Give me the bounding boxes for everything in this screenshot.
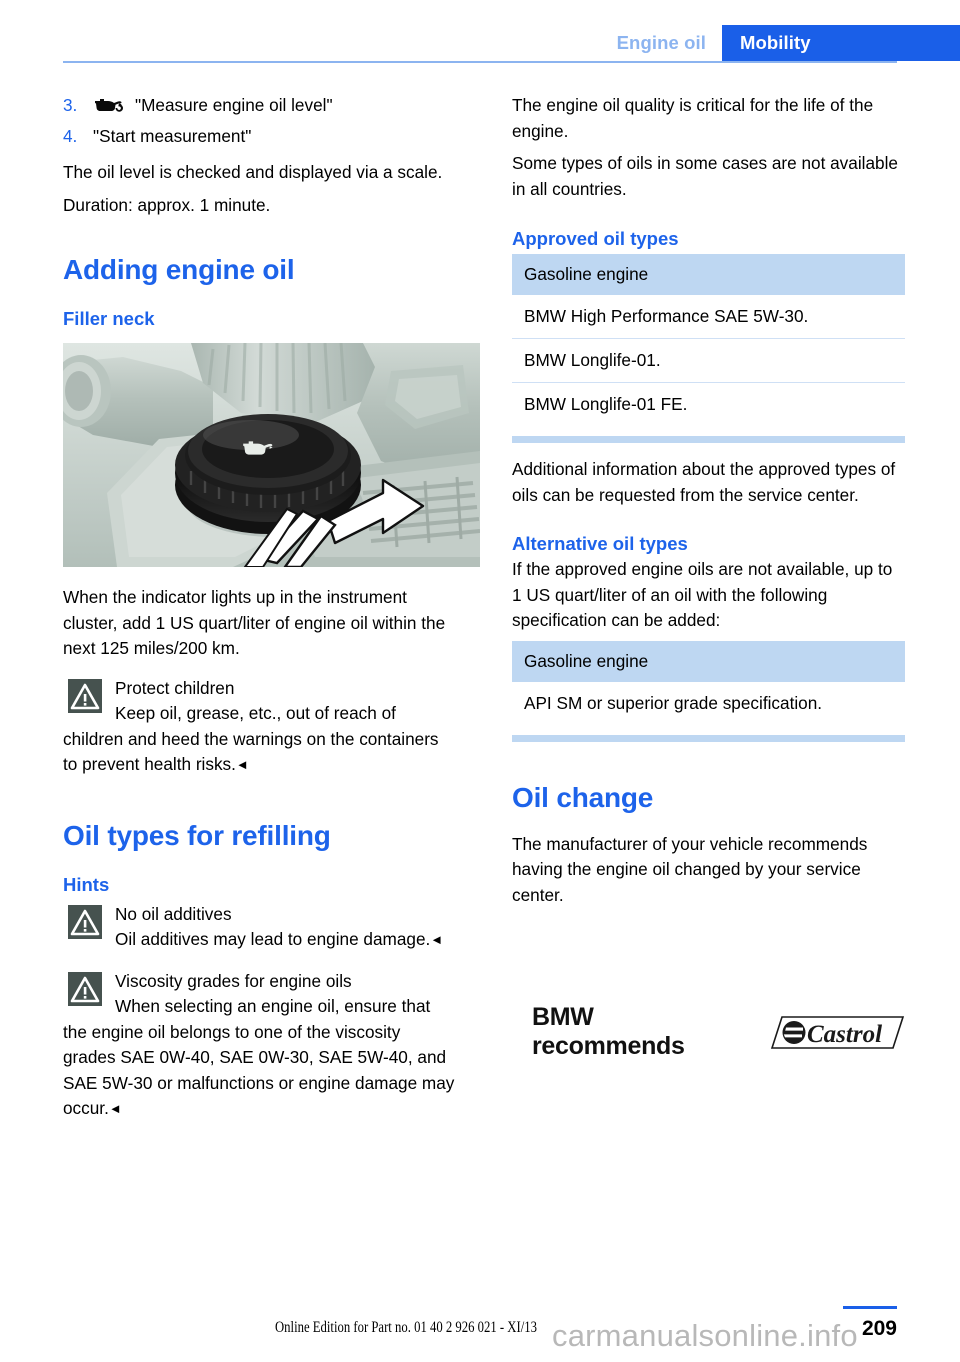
end-mark: ◄: [235, 757, 249, 772]
oil-quality-paragraph: The engine oil quality is critical for t…: [512, 95, 874, 141]
castrol-wordmark-text: Castrol: [807, 1021, 882, 1048]
subheading-hints: Hints: [63, 873, 110, 895]
subheading-filler-neck: Filler neck: [63, 308, 155, 329]
table-cell: BMW High Performance SAE 5W-30.: [512, 295, 905, 339]
availability-paragraph: Some types of oils in some cases are not…: [512, 153, 898, 199]
alternative-intro-paragraph: If the approved engine oils are not avai…: [512, 559, 893, 630]
table-header-row: Gasoline engine: [512, 254, 905, 295]
figure-filler-neck: [63, 343, 480, 567]
heading-oil-change: Oil change: [512, 781, 654, 813]
table-row: BMW Longlife-01 FE.: [512, 382, 905, 426]
header-tabs: Engine oil Mobility: [594, 25, 960, 61]
castrol-logo: Castrol: [770, 1014, 905, 1051]
heading-adding-engine-oil: Adding engine oil: [63, 254, 295, 285]
page-header: Engine oil Mobility: [0, 0, 960, 64]
step-number: 4.: [63, 125, 78, 146]
right-column: The engine oil quality is critical for t…: [512, 93, 905, 1061]
table-cell: API SM or superior grade specification.: [512, 681, 905, 725]
table-footer-bar: [512, 436, 905, 443]
additional-info-paragraph: Additional information about the approve…: [512, 459, 896, 505]
hint-viscosity-grades: Viscosity grades for engine oils When se…: [63, 969, 456, 1122]
warning-triangle-icon: [68, 971, 102, 1006]
step-item: 3. "Measure engine oil level": [63, 93, 456, 119]
approved-oil-types-table: Gasoline engine BMW High Performance SAE…: [512, 254, 905, 426]
header-section-label: Mobility: [722, 25, 960, 61]
hint-title: Viscosity grades for engine oils: [115, 970, 352, 991]
step-number: 3.: [63, 95, 78, 115]
duration-paragraph: Duration: approx. 1 minute.: [63, 194, 271, 215]
table-footer-bar: [512, 734, 905, 742]
table-cell: BMW Longlife-01.: [512, 338, 905, 383]
end-mark: ◄: [430, 932, 444, 947]
page-number: 209: [861, 1317, 897, 1340]
warning-body: Keep oil, grease, etc., out of reach of …: [63, 703, 439, 774]
step-label: "Measure engine oil level": [135, 95, 333, 115]
edition-notice: Online Edition for Part no. 01 40 2 926 …: [275, 1319, 537, 1336]
left-column: 3. "Measure engine oil level" 4. "Start …: [63, 93, 480, 1128]
hint-title: No oil additives: [115, 903, 232, 924]
warning-title: Protect children: [115, 677, 235, 698]
table-row: BMW Longlife-01.: [512, 338, 905, 383]
table-row: API SM or superior grade specification.: [512, 681, 905, 725]
table-header-row: Gasoline engine: [512, 640, 905, 682]
table-header-cell: Gasoline engine: [512, 254, 905, 295]
warning-triangle-icon: [68, 678, 102, 713]
bmw-recommends-block: BMW recommends Castrol: [512, 1003, 905, 1061]
heading-oil-types-for-refilling: Oil types for refilling: [63, 819, 331, 851]
header-divider-rule: [63, 61, 897, 63]
warning-triangle-icon: [68, 904, 102, 939]
warning-protect-children: Protect children Keep oil, grease, etc.,…: [63, 676, 456, 778]
hint-body: When selecting an engine oil, ensure tha…: [63, 996, 455, 1118]
table-row: BMW High Performance SAE 5W-30.: [512, 295, 905, 339]
oil-can-icon: [93, 93, 135, 115]
oil-change-paragraph: The manufacturer of your vehicle recomme…: [512, 833, 868, 905]
page-number-rule: [843, 1306, 897, 1309]
heading-alternative-oil-types: Alternative oil types: [512, 533, 688, 554]
hint-no-oil-additives: No oil additives Oil additives may lead …: [63, 902, 456, 953]
table-header-cell: Gasoline engine: [512, 640, 905, 682]
bmw-recommends-label: BMW recommends: [532, 1003, 685, 1060]
step-item: 4. "Start measurement": [63, 124, 456, 150]
header-chapter-label: Engine oil: [594, 25, 722, 61]
page-footer: Online Edition for Part no. 01 40 2 926 …: [0, 1282, 960, 1362]
end-mark: ◄: [108, 1101, 122, 1116]
hint-body: Oil additives may lead to engine damage.: [115, 929, 431, 949]
alternative-oil-types-table: Gasoline engine API SM or superior grade…: [512, 640, 905, 725]
step-label: "Start measurement": [93, 125, 252, 146]
heading-approved-oil-types: Approved oil types: [512, 228, 679, 249]
oil-level-paragraph: The oil level is checked and displayed v…: [63, 162, 443, 182]
site-watermark: carmanualsonline.info: [552, 1318, 858, 1353]
indicator-paragraph: When the indicator lights up in the inst…: [63, 587, 446, 658]
table-cell: BMW Longlife-01 FE.: [512, 382, 905, 426]
